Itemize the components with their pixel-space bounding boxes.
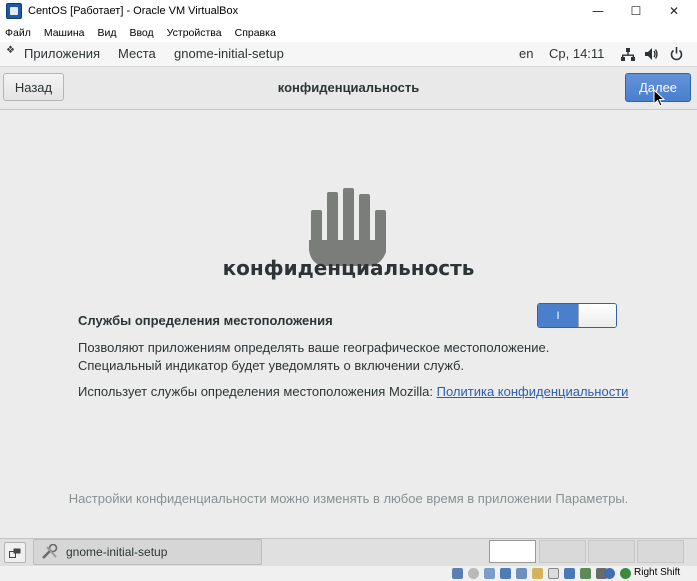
taskbar-window-label: gnome-initial-setup — [66, 545, 168, 559]
host-key-label: Right Shift — [634, 567, 681, 578]
hard-disk-icon[interactable] — [452, 568, 463, 579]
privacy-page: конфиденциальность Службы определения ме… — [0, 110, 697, 538]
switch-on-indicator: I — [538, 304, 578, 327]
active-app-menu[interactable]: gnome-initial-setup — [174, 46, 284, 61]
mouse-integration-icon[interactable] — [604, 568, 615, 579]
location-services-switch[interactable]: I — [537, 303, 617, 328]
workspace-4[interactable] — [637, 540, 684, 563]
menu-view[interactable]: Вид — [97, 27, 116, 39]
footer-note: Настройки конфиденциальности можно измен… — [68, 491, 629, 506]
network-icon[interactable] — [621, 48, 635, 61]
network-adapter-icon[interactable] — [500, 568, 511, 579]
menu-machine[interactable]: Машина — [44, 27, 85, 39]
host-window-title: CentOS [Работает] - Oracle VM VirtualBox — [28, 5, 239, 17]
setup-tools-icon — [42, 544, 58, 559]
location-description-line1: Позволяют приложениям определять ваше ге… — [78, 340, 550, 355]
location-services-label: Службы определения местоположения — [78, 313, 333, 328]
optical-drive-icon[interactable] — [468, 568, 479, 579]
privacy-policy-link[interactable]: Политика конфиденциальности — [437, 384, 629, 399]
display-icon[interactable] — [548, 568, 559, 579]
maximize-button[interactable]: ☐ — [618, 0, 654, 22]
power-icon[interactable] — [670, 47, 683, 61]
clock[interactable]: Ср, 14:11 — [549, 46, 604, 61]
volume-icon[interactable] — [645, 48, 659, 60]
mozilla-location-text: Использует службы определения местополож… — [78, 384, 437, 399]
virtualbox-icon — [6, 3, 22, 19]
usb-icon[interactable] — [516, 568, 527, 579]
menu-file[interactable]: Файл — [5, 27, 31, 39]
header-title: конфиденциальность — [277, 80, 420, 95]
keyboard-layout-indicator[interactable]: en — [519, 46, 533, 61]
audio-icon[interactable] — [484, 568, 495, 579]
taskbar-window-item[interactable]: gnome-initial-setup — [33, 539, 262, 565]
mouse-cursor-icon — [653, 89, 666, 107]
host-titlebar: CentOS [Работает] - Oracle VM VirtualBox… — [0, 0, 697, 22]
workspace-2[interactable] — [539, 540, 586, 563]
workspace-1[interactable] — [489, 540, 536, 563]
menu-devices[interactable]: Устройства — [167, 27, 222, 39]
close-button[interactable]: ✕ — [656, 0, 692, 22]
guest-screen: Приложения Места gnome-initial-setup en … — [0, 42, 697, 538]
mozilla-location-info: Использует службы определения местополож… — [78, 384, 628, 399]
cpu-icon[interactable] — [580, 568, 591, 579]
keyboard-capture-icon[interactable] — [620, 568, 631, 579]
places-menu[interactable]: Места — [118, 46, 156, 61]
guest-taskbar: gnome-initial-setup — [0, 538, 697, 567]
minimize-button[interactable]: — — [580, 0, 616, 22]
host-menubar: Файл Машина Вид Ввод Устройства Справка — [0, 24, 697, 42]
window-icon — [9, 548, 21, 558]
shared-folders-icon[interactable] — [532, 568, 543, 579]
menu-help[interactable]: Справка — [235, 27, 276, 39]
location-description-line2: Специальный индикатор будет уведомлять о… — [78, 358, 465, 373]
switch-knob[interactable] — [578, 304, 616, 327]
recording-icon[interactable] — [564, 568, 575, 579]
show-desktop-button[interactable] — [4, 542, 26, 563]
menu-input[interactable]: Ввод — [129, 27, 153, 39]
applications-menu[interactable]: Приложения — [24, 46, 100, 61]
workspace-3[interactable] — [588, 540, 635, 563]
gnome-top-bar: Приложения Места gnome-initial-setup en … — [0, 42, 697, 67]
header-bar: Назад конфиденциальность Далее — [0, 67, 697, 110]
page-heading: конфиденциальность — [222, 256, 475, 280]
applications-icon — [6, 45, 17, 58]
virtualbox-status-bar: Right Shift — [0, 566, 697, 581]
